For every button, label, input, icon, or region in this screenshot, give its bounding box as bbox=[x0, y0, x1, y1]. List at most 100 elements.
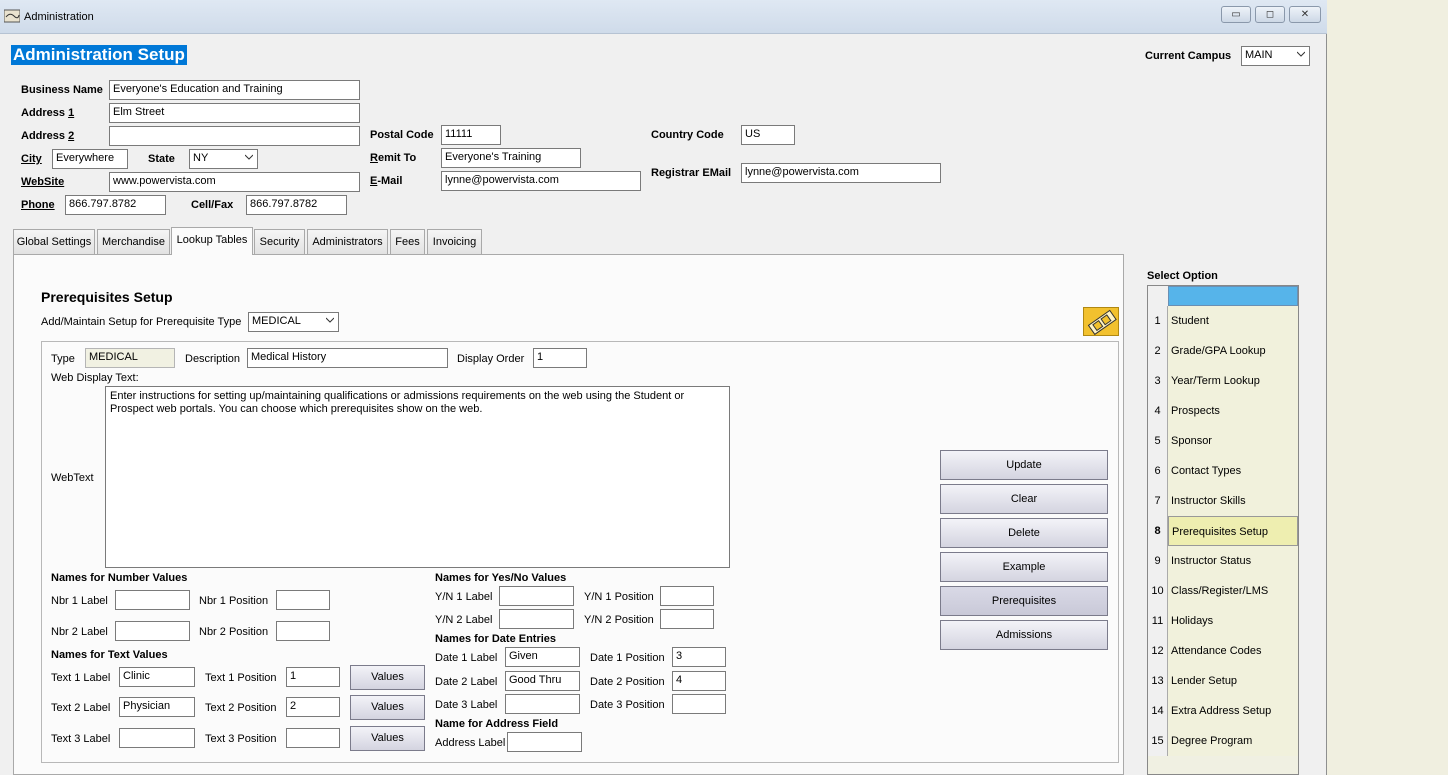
select-option-row[interactable]: 9 Instructor Status bbox=[1148, 546, 1298, 576]
address2-field[interactable] bbox=[109, 126, 360, 146]
yn1-position-field[interactable] bbox=[660, 586, 714, 606]
text1-field[interactable]: Clinic bbox=[119, 667, 195, 687]
state-value: NY bbox=[193, 152, 209, 164]
nbr1-label: Nbr 1 Label bbox=[51, 595, 108, 607]
nbr2-position-field[interactable] bbox=[276, 621, 330, 641]
date1-label: Date 1 Label bbox=[435, 652, 498, 664]
row-label: Grade/GPA Lookup bbox=[1168, 336, 1298, 366]
select-option-row[interactable]: 12 Attendance Codes bbox=[1148, 636, 1298, 666]
select-option-row[interactable]: 11 Holidays bbox=[1148, 606, 1298, 636]
date3-field[interactable] bbox=[505, 694, 580, 714]
row-number: 1 bbox=[1148, 306, 1168, 336]
select-option-row[interactable]: 2 Grade/GPA Lookup bbox=[1148, 336, 1298, 366]
text1-label: Text 1 Label bbox=[51, 672, 111, 684]
text3-position-field[interactable] bbox=[286, 728, 340, 748]
select-option-row[interactable]: 6 Contact Types bbox=[1148, 456, 1298, 486]
row-number: 13 bbox=[1148, 666, 1168, 696]
text2-position-field[interactable]: 2 bbox=[286, 697, 340, 717]
business-name-field[interactable]: Everyone's Education and Training bbox=[109, 80, 360, 100]
date3-position-field[interactable] bbox=[672, 694, 726, 714]
web-display-label: Web Display Text: bbox=[51, 372, 139, 384]
website-field[interactable]: www.powervista.com bbox=[109, 172, 360, 192]
text3-field[interactable] bbox=[119, 728, 195, 748]
nbr2-field[interactable] bbox=[115, 621, 190, 641]
registrar-field[interactable]: lynne@powervista.com bbox=[741, 163, 941, 183]
date2-field[interactable]: Good Thru bbox=[505, 671, 580, 691]
prerequisites-button[interactable]: Prerequisites bbox=[940, 586, 1108, 616]
row-label: Class/Register/LMS bbox=[1168, 576, 1298, 606]
select-option-row[interactable]: 8 Prerequisites Setup bbox=[1148, 516, 1298, 546]
text1-position-field[interactable]: 1 bbox=[286, 667, 340, 687]
text2-field[interactable]: Physician bbox=[119, 697, 195, 717]
date1-position-field[interactable]: 3 bbox=[672, 647, 726, 667]
select-option-row[interactable]: 3 Year/Term Lookup bbox=[1148, 366, 1298, 396]
select-option-row[interactable]: 15 Degree Program bbox=[1148, 726, 1298, 756]
email-field[interactable]: lynne@powervista.com bbox=[441, 171, 641, 191]
delete-button[interactable]: Delete bbox=[940, 518, 1108, 548]
row-label: Student bbox=[1168, 306, 1298, 336]
restore-button[interactable]: ◻ bbox=[1255, 6, 1285, 23]
yn1-label: Y/N 1 Label bbox=[435, 591, 493, 603]
state-select[interactable]: NY bbox=[189, 149, 258, 169]
clear-button[interactable]: Clear bbox=[940, 484, 1108, 514]
example-button[interactable]: Example bbox=[940, 552, 1108, 582]
select-option-row[interactable]: 14 Extra Address Setup bbox=[1148, 696, 1298, 726]
film-icon bbox=[1087, 309, 1117, 336]
text2-values-button[interactable]: Values bbox=[350, 695, 425, 720]
tab-security[interactable]: Security bbox=[254, 229, 305, 254]
address1-field[interactable]: Elm Street bbox=[109, 103, 360, 123]
close-button[interactable]: ✕ bbox=[1289, 6, 1321, 23]
tab-administrators[interactable]: Administrators bbox=[307, 229, 388, 254]
prereq-type-select[interactable]: MEDICAL bbox=[248, 312, 339, 332]
yesno-heading: Names for Yes/No Values bbox=[435, 572, 567, 584]
window-title: Administration bbox=[24, 11, 94, 23]
admissions-button[interactable]: Admissions bbox=[940, 620, 1108, 650]
cellfax-field[interactable]: 866.797.8782 bbox=[246, 195, 347, 215]
select-option-row[interactable]: 1 Student bbox=[1148, 306, 1298, 336]
tab-fees[interactable]: Fees bbox=[390, 229, 425, 254]
text1-position-label: Text 1 Position bbox=[205, 672, 277, 684]
nbr1-position-field[interactable] bbox=[276, 590, 330, 610]
example-film-button[interactable] bbox=[1083, 307, 1119, 336]
select-option-row[interactable]: 7 Instructor Skills bbox=[1148, 486, 1298, 516]
row-number: 11 bbox=[1148, 606, 1168, 636]
address2-label: Address 2 bbox=[21, 130, 75, 142]
webtext-area[interactable]: Enter instructions for setting up/mainta… bbox=[105, 386, 730, 568]
select-option-row[interactable]: 10 Class/Register/LMS bbox=[1148, 576, 1298, 606]
tab-merchandise[interactable]: Merchandise bbox=[97, 229, 170, 254]
remit-field[interactable]: Everyone's Training bbox=[441, 148, 581, 168]
prereq-type-select-label: Add/Maintain Setup for Prerequisite Type bbox=[41, 316, 242, 328]
tab-invoicing[interactable]: Invoicing bbox=[427, 229, 482, 254]
address-label-field[interactable] bbox=[507, 732, 582, 752]
tab-lookup-tables[interactable]: Lookup Tables bbox=[171, 227, 253, 255]
select-option-row[interactable]: 4 Prospects bbox=[1148, 396, 1298, 426]
website-label: WebSite bbox=[21, 176, 65, 188]
yn2-position-field[interactable] bbox=[660, 609, 714, 629]
date2-position-label: Date 2 Position bbox=[590, 676, 665, 688]
yn1-field[interactable] bbox=[499, 586, 574, 606]
select-option-row[interactable]: 13 Lender Setup bbox=[1148, 666, 1298, 696]
email-label: E-Mail bbox=[370, 175, 403, 187]
cellfax-label: Cell/Fax bbox=[191, 199, 234, 211]
city-field[interactable]: Everywhere bbox=[52, 149, 128, 169]
description-field[interactable]: Medical History bbox=[247, 348, 448, 368]
select-option-row[interactable]: 5 Sponsor bbox=[1148, 426, 1298, 456]
country-field[interactable]: US bbox=[741, 125, 795, 145]
date2-position-field[interactable]: 4 bbox=[672, 671, 726, 691]
tab-global-settings[interactable]: Global Settings bbox=[13, 229, 95, 254]
date1-field[interactable]: Given bbox=[505, 647, 580, 667]
page-title: Administration Setup bbox=[11, 45, 187, 65]
postal-field[interactable]: 11111 bbox=[441, 125, 501, 145]
text3-values-button[interactable]: Values bbox=[350, 726, 425, 751]
campus-select[interactable]: MAIN bbox=[1241, 46, 1310, 66]
minimize-button[interactable]: ▭ bbox=[1221, 6, 1251, 23]
phone-field[interactable]: 866.797.8782 bbox=[65, 195, 166, 215]
nbr1-field[interactable] bbox=[115, 590, 190, 610]
yn2-field[interactable] bbox=[499, 609, 574, 629]
grid-header-column[interactable] bbox=[1168, 286, 1298, 306]
yn1-position-label: Y/N 1 Position bbox=[584, 591, 654, 603]
update-button[interactable]: Update bbox=[940, 450, 1108, 480]
campus-label: Current Campus bbox=[1145, 50, 1232, 62]
display-order-field[interactable]: 1 bbox=[533, 348, 587, 368]
text1-values-button[interactable]: Values bbox=[350, 665, 425, 690]
